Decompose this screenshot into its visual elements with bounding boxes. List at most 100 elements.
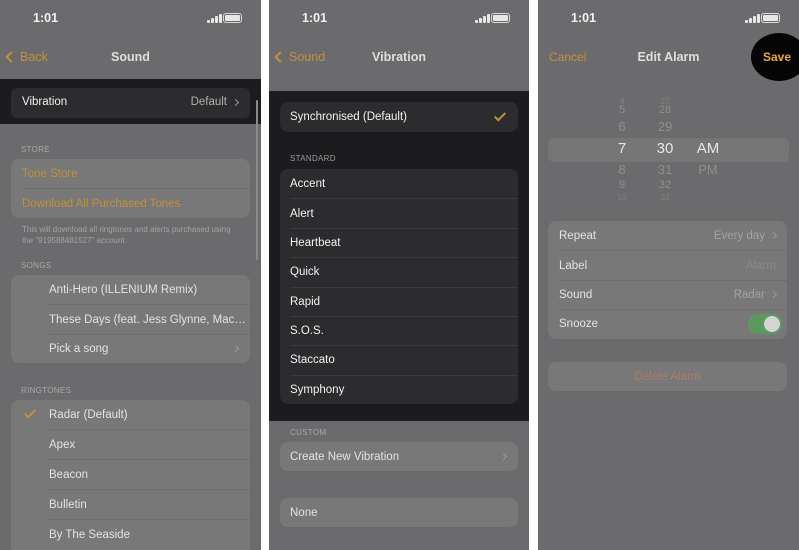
- sound-label: Sound: [559, 288, 593, 301]
- songs-header: SONGS: [21, 261, 52, 270]
- chevron-right-icon: [769, 231, 778, 240]
- status-time: 1:01: [33, 11, 59, 25]
- ringtones-group: Radar (Default) Apex Beacon Bulletin By …: [11, 400, 250, 550]
- vibration-value: Default: [190, 96, 227, 108]
- sound-value: Radar: [733, 288, 765, 301]
- standard-group: Accent Alert Heartbeat Quick Rapid S.O.S…: [280, 169, 518, 404]
- status-time: 1:01: [302, 11, 328, 25]
- page-title: Sound: [111, 50, 150, 64]
- chevron-right-icon: [769, 290, 778, 299]
- picker-hour-selected: 7: [617, 140, 627, 157]
- alarm-settings-group: Repeat Every day Label Alarm Sound Radar…: [548, 221, 787, 339]
- ringtone-item-selected[interactable]: Radar (Default): [11, 400, 250, 429]
- page-title: Vibration: [372, 50, 426, 64]
- picker-period: PM: [698, 162, 718, 177]
- picker-period-selected: AM: [696, 140, 720, 157]
- synchronised-row[interactable]: Synchronised (Default): [280, 102, 518, 132]
- picker-hour: 10: [617, 193, 627, 202]
- vibration-option[interactable]: Symphony: [280, 375, 518, 404]
- label-label: Label: [559, 259, 588, 272]
- picker-hour: 8: [618, 162, 626, 177]
- none-group: None: [280, 498, 518, 527]
- status-time: 1:01: [571, 11, 597, 25]
- sound-screen: 1:01 Back Sound Vibration Default STORE …: [0, 0, 261, 550]
- store-header: STORE: [21, 145, 50, 154]
- ringtone-item[interactable]: By The Seaside: [11, 520, 250, 549]
- battery-icon: [491, 13, 510, 23]
- label-value: Alarm: [745, 259, 776, 272]
- signal-icon: [745, 14, 760, 23]
- sound-row[interactable]: Sound Radar: [548, 280, 787, 309]
- vibration-option[interactable]: Staccato: [280, 345, 518, 375]
- edit-alarm-screen: 1:01 Cancel Edit Alarm Save 4 5 6 7 8 9 …: [538, 0, 799, 550]
- delete-group: Delete Alarm: [548, 362, 787, 391]
- picker-minute: 32: [658, 179, 672, 191]
- store-note: This will download all ringtones and ale…: [22, 225, 231, 245]
- status-bar: 1:01: [0, 0, 261, 34]
- ringtone-item[interactable]: Beacon: [11, 460, 250, 489]
- picker-hour: 5: [618, 104, 626, 116]
- chevron-right-icon: [231, 98, 240, 107]
- time-picker[interactable]: 4 5 6 7 8 9 10 27 28 29 30 31 32 33 AM P…: [538, 94, 799, 206]
- battery-icon: [223, 13, 242, 23]
- vibration-screen: 1:01 Sound Vibration Synchronised (Defau…: [269, 0, 529, 550]
- custom-header: CUSTOM: [290, 428, 327, 437]
- vibration-option[interactable]: Alert: [280, 199, 518, 228]
- repeat-label: Repeat: [559, 229, 597, 242]
- nav-bar: Sound Vibration: [269, 34, 529, 79]
- battery-icon: [761, 13, 780, 23]
- vibration-option[interactable]: Rapid: [280, 287, 518, 316]
- tone-store-link[interactable]: Tone Store: [11, 159, 250, 188]
- picker-minute: 33: [660, 193, 670, 202]
- download-all-tones-link[interactable]: Download All Purchased Tones: [11, 189, 250, 218]
- picker-minute-selected: 30: [656, 140, 674, 157]
- song-item[interactable]: These Days (feat. Jess Glynne, Mac…: [11, 305, 250, 334]
- synchronised-label: Synchronised (Default): [290, 111, 407, 123]
- picker-hour: 9: [618, 179, 626, 191]
- picker-minute: 29: [657, 119, 673, 134]
- scrollbar[interactable]: [256, 100, 258, 260]
- vibration-option[interactable]: S.O.S.: [280, 316, 518, 345]
- synchronised-group: Synchronised (Default): [280, 102, 518, 132]
- songs-group: Anti-Hero (ILLENIUM Remix) These Days (f…: [11, 275, 250, 363]
- signal-icon: [207, 14, 222, 23]
- checkmark-icon: [23, 406, 37, 419]
- picker-minute: 28: [658, 104, 672, 116]
- picker-minute: 31: [657, 162, 673, 177]
- vibration-row[interactable]: Vibration Default: [11, 88, 250, 118]
- custom-group: Create New Vibration: [280, 442, 518, 471]
- pick-a-song-label: Pick a song: [49, 343, 109, 355]
- vibration-label: Vibration: [22, 96, 68, 108]
- chevron-right-icon: [499, 452, 508, 461]
- none-option[interactable]: None: [280, 498, 518, 527]
- nav-bar: Back Sound: [0, 34, 261, 79]
- repeat-value: Every day: [713, 229, 765, 242]
- picker-hour: 6: [618, 119, 626, 134]
- label-row[interactable]: Label Alarm: [548, 251, 787, 280]
- ringtone-item[interactable]: Apex: [11, 430, 250, 459]
- ringtones-header: RINGTONES: [21, 386, 72, 395]
- chevron-right-icon: [231, 344, 240, 353]
- vibration-list-panel: Synchronised (Default) STANDARD Accent A…: [269, 91, 529, 421]
- ringtone-label: Radar (Default): [49, 408, 128, 421]
- snooze-label: Snooze: [559, 318, 599, 330]
- ringtone-item[interactable]: Bulletin: [11, 490, 250, 519]
- save-button[interactable]: Save: [763, 50, 791, 64]
- repeat-row[interactable]: Repeat Every day: [548, 221, 787, 250]
- vibration-option[interactable]: Accent: [280, 169, 518, 198]
- checkmark-icon: [493, 109, 507, 122]
- store-group: Tone Store Download All Purchased Tones: [11, 159, 250, 218]
- vibration-option[interactable]: Heartbeat: [280, 228, 518, 257]
- pick-a-song-row[interactable]: Pick a song: [11, 335, 250, 363]
- signal-icon: [475, 14, 490, 23]
- snooze-toggle[interactable]: [748, 314, 782, 334]
- status-bar: 1:01: [269, 0, 529, 34]
- standard-header: STANDARD: [290, 154, 336, 163]
- delete-alarm-button[interactable]: Delete Alarm: [548, 362, 787, 391]
- song-item[interactable]: Anti-Hero (ILLENIUM Remix): [11, 275, 250, 304]
- create-new-vibration-row[interactable]: Create New Vibration: [280, 442, 518, 471]
- status-bar: 1:01: [538, 0, 799, 34]
- vibration-option[interactable]: Quick: [280, 257, 518, 287]
- snooze-row: Snooze: [548, 309, 787, 339]
- create-new-vibration-label: Create New Vibration: [290, 450, 400, 463]
